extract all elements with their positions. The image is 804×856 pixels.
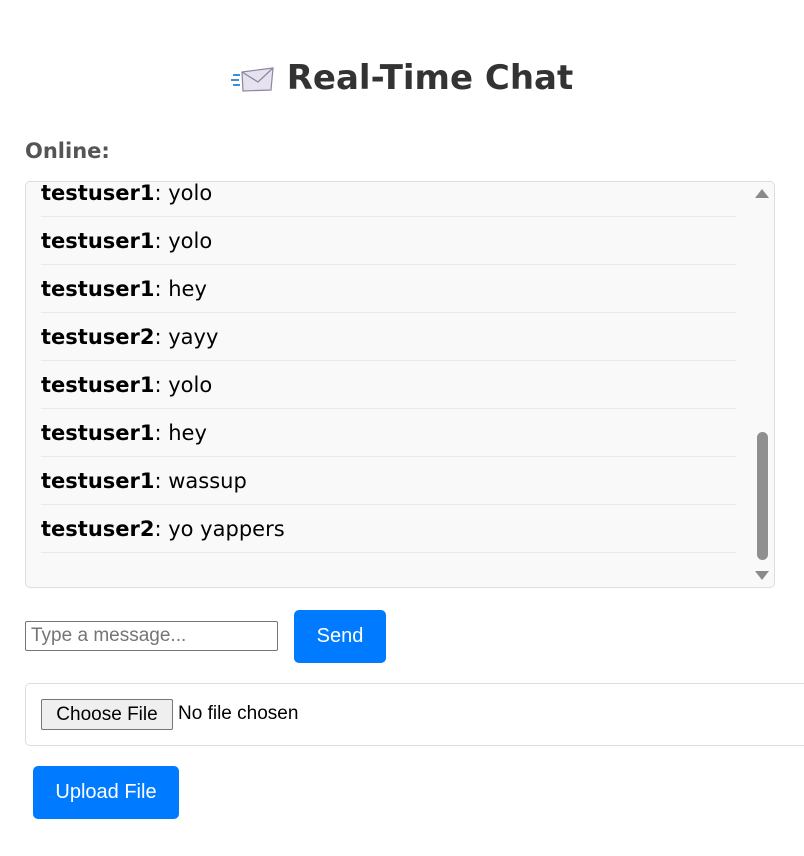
messages-container: testuser1: yolo testuser1: yolo testuser1:… (41, 181, 736, 553)
file-status-text: No file chosen (178, 703, 299, 724)
message-text: : yayy (154, 324, 219, 349)
message-list[interactable]: testuser1: yolo testuser1: yolo testuser1:… (25, 181, 775, 588)
upload-file-button[interactable]: Upload File (33, 766, 179, 819)
message-text: : hey (154, 276, 207, 301)
message-text: : yolo (154, 228, 213, 253)
chat-message: testuser1: hey (41, 265, 736, 313)
scroll-down-arrow-icon[interactable] (755, 571, 769, 580)
scroll-thumb[interactable] (757, 432, 768, 560)
message-username: testuser1 (41, 420, 155, 445)
message-text: : hey (154, 420, 207, 445)
message-text: : yolo (154, 372, 213, 397)
scroll-up-arrow-icon[interactable] (755, 189, 769, 198)
message-list-scrollbar[interactable] (750, 182, 774, 587)
chat-message: testuser1: yolo (41, 361, 736, 409)
online-users-label: Online: (25, 139, 110, 163)
header: Real-Time Chat (0, 58, 804, 108)
send-button[interactable]: Send (294, 610, 386, 663)
message-username: testuser1 (41, 372, 155, 397)
chat-message: testuser1: hey (41, 409, 736, 457)
message-text: : yolo (154, 181, 213, 205)
message-username: testuser1 (41, 181, 155, 205)
message-username: testuser1 (41, 276, 155, 301)
chat-message: testuser2: yayy (41, 313, 736, 361)
choose-file-button[interactable]: Choose File (41, 699, 173, 730)
chat-message: testuser2: yo yappers (41, 505, 736, 553)
chat-message: testuser1: yolo (41, 181, 736, 217)
chat-message: testuser1: wassup (41, 457, 736, 505)
chat-message: testuser1: yolo (41, 217, 736, 265)
message-username: testuser1 (41, 468, 155, 493)
message-input[interactable] (25, 621, 278, 651)
incoming-envelope-icon (230, 62, 275, 94)
message-text: : yo yappers (154, 516, 285, 541)
page-title: Real-Time Chat (286, 58, 574, 98)
message-text: : wassup (154, 468, 247, 493)
file-upload-panel: Choose File No file chosen (25, 683, 804, 746)
message-username: testuser2 (41, 324, 155, 349)
message-username: testuser1 (41, 228, 155, 253)
message-username: testuser2 (41, 516, 155, 541)
chat-app: Real-Time Chat Online: testuser1: yolo te… (0, 0, 804, 856)
